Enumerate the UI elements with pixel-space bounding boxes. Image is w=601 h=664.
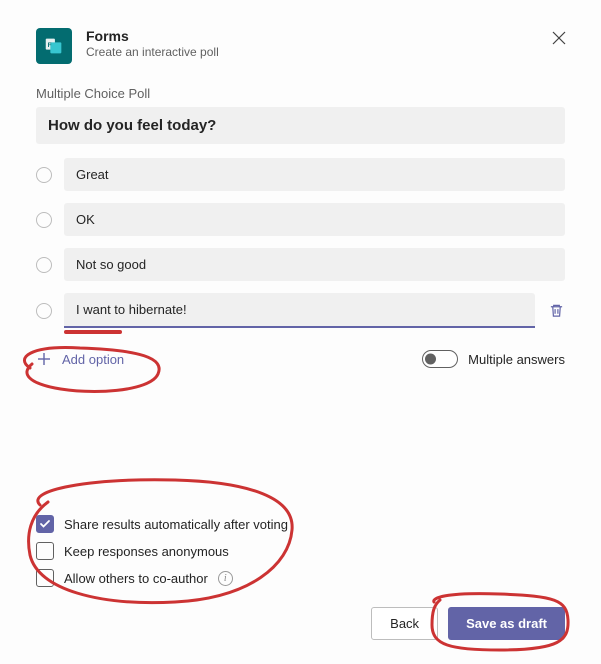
option-input[interactable]: Not so good bbox=[64, 248, 565, 281]
radio-icon[interactable] bbox=[36, 303, 52, 319]
add-option-button[interactable]: Add option bbox=[36, 351, 124, 367]
option-input[interactable]: I want to hibernate! bbox=[64, 293, 535, 328]
svg-text:F: F bbox=[48, 42, 52, 49]
settings-group: Share results automatically after voting… bbox=[36, 515, 565, 587]
save-draft-button[interactable]: Save as draft bbox=[448, 607, 565, 640]
forms-app-icon: F bbox=[36, 28, 72, 64]
dialog-header: F Forms Create an interactive poll bbox=[36, 28, 565, 64]
check-icon bbox=[39, 518, 51, 530]
plus-icon bbox=[36, 351, 52, 367]
setting-label: Share results automatically after voting bbox=[64, 517, 288, 532]
multiple-answers-label: Multiple answers bbox=[468, 352, 565, 367]
checkbox-coauthor[interactable] bbox=[36, 569, 54, 587]
add-option-label: Add option bbox=[62, 352, 124, 367]
trash-icon bbox=[549, 303, 564, 318]
setting-anonymous[interactable]: Keep responses anonymous bbox=[36, 542, 565, 560]
app-title: Forms bbox=[86, 28, 565, 44]
option-input[interactable]: Great bbox=[64, 158, 565, 191]
multiple-answers-toggle[interactable] bbox=[422, 350, 458, 368]
radio-icon[interactable] bbox=[36, 257, 52, 273]
checkbox-anonymous[interactable] bbox=[36, 542, 54, 560]
setting-label: Allow others to co-author bbox=[64, 571, 208, 586]
option-row: Not so good bbox=[36, 248, 565, 281]
back-button[interactable]: Back bbox=[371, 607, 438, 640]
option-row: OK bbox=[36, 203, 565, 236]
close-icon bbox=[552, 31, 566, 45]
radio-icon[interactable] bbox=[36, 212, 52, 228]
info-icon[interactable]: i bbox=[218, 571, 233, 586]
poll-type-label: Multiple Choice Poll bbox=[36, 86, 565, 101]
dialog-footer: Back Save as draft bbox=[36, 607, 565, 640]
option-row: Great bbox=[36, 158, 565, 191]
close-button[interactable] bbox=[545, 24, 573, 52]
app-subtitle: Create an interactive poll bbox=[86, 45, 565, 59]
radio-icon[interactable] bbox=[36, 167, 52, 183]
setting-coauthor[interactable]: Allow others to co-author i bbox=[36, 569, 565, 587]
question-input[interactable]: How do you feel today? bbox=[36, 107, 565, 144]
delete-option-button[interactable] bbox=[547, 302, 565, 320]
option-input[interactable]: OK bbox=[64, 203, 565, 236]
setting-share-results[interactable]: Share results automatically after voting bbox=[36, 515, 565, 533]
checkbox-share-results[interactable] bbox=[36, 515, 54, 533]
setting-label: Keep responses anonymous bbox=[64, 544, 229, 559]
option-row: I want to hibernate! bbox=[36, 293, 565, 328]
toggle-knob bbox=[425, 354, 436, 365]
options-list: Great OK Not so good I want to hibernate… bbox=[36, 158, 565, 328]
